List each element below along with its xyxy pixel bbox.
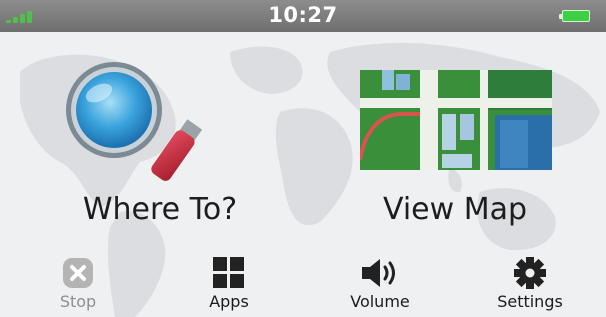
speaker-icon — [362, 259, 395, 287]
settings-button[interactable]: Settings — [475, 250, 585, 317]
gear-icon — [514, 257, 546, 289]
map-icon — [360, 70, 552, 170]
volume-label: Volume — [350, 292, 410, 311]
stop-button[interactable]: Stop — [23, 250, 133, 317]
view-map-button[interactable]: View Map — [330, 32, 580, 242]
battery-full-icon — [559, 10, 590, 22]
apps-button[interactable]: Apps — [174, 250, 284, 317]
volume-button[interactable]: Volume — [325, 250, 435, 317]
settings-label: Settings — [497, 292, 563, 311]
stop-label: Stop — [59, 292, 97, 311]
apps-grid-icon — [213, 257, 244, 288]
where-to-button[interactable]: Where To? — [40, 32, 280, 242]
bottom-toolbar: Stop Apps Volume Settings — [0, 250, 606, 317]
view-map-label: View Map — [382, 192, 528, 227]
apps-label: Apps — [209, 292, 249, 311]
stop-x-icon — [63, 258, 93, 288]
magnifying-glass-icon — [66, 62, 203, 181]
status-bar: 10:27 — [0, 0, 606, 32]
where-to-label: Where To? — [82, 192, 238, 227]
clock: 10:27 — [268, 3, 338, 27]
